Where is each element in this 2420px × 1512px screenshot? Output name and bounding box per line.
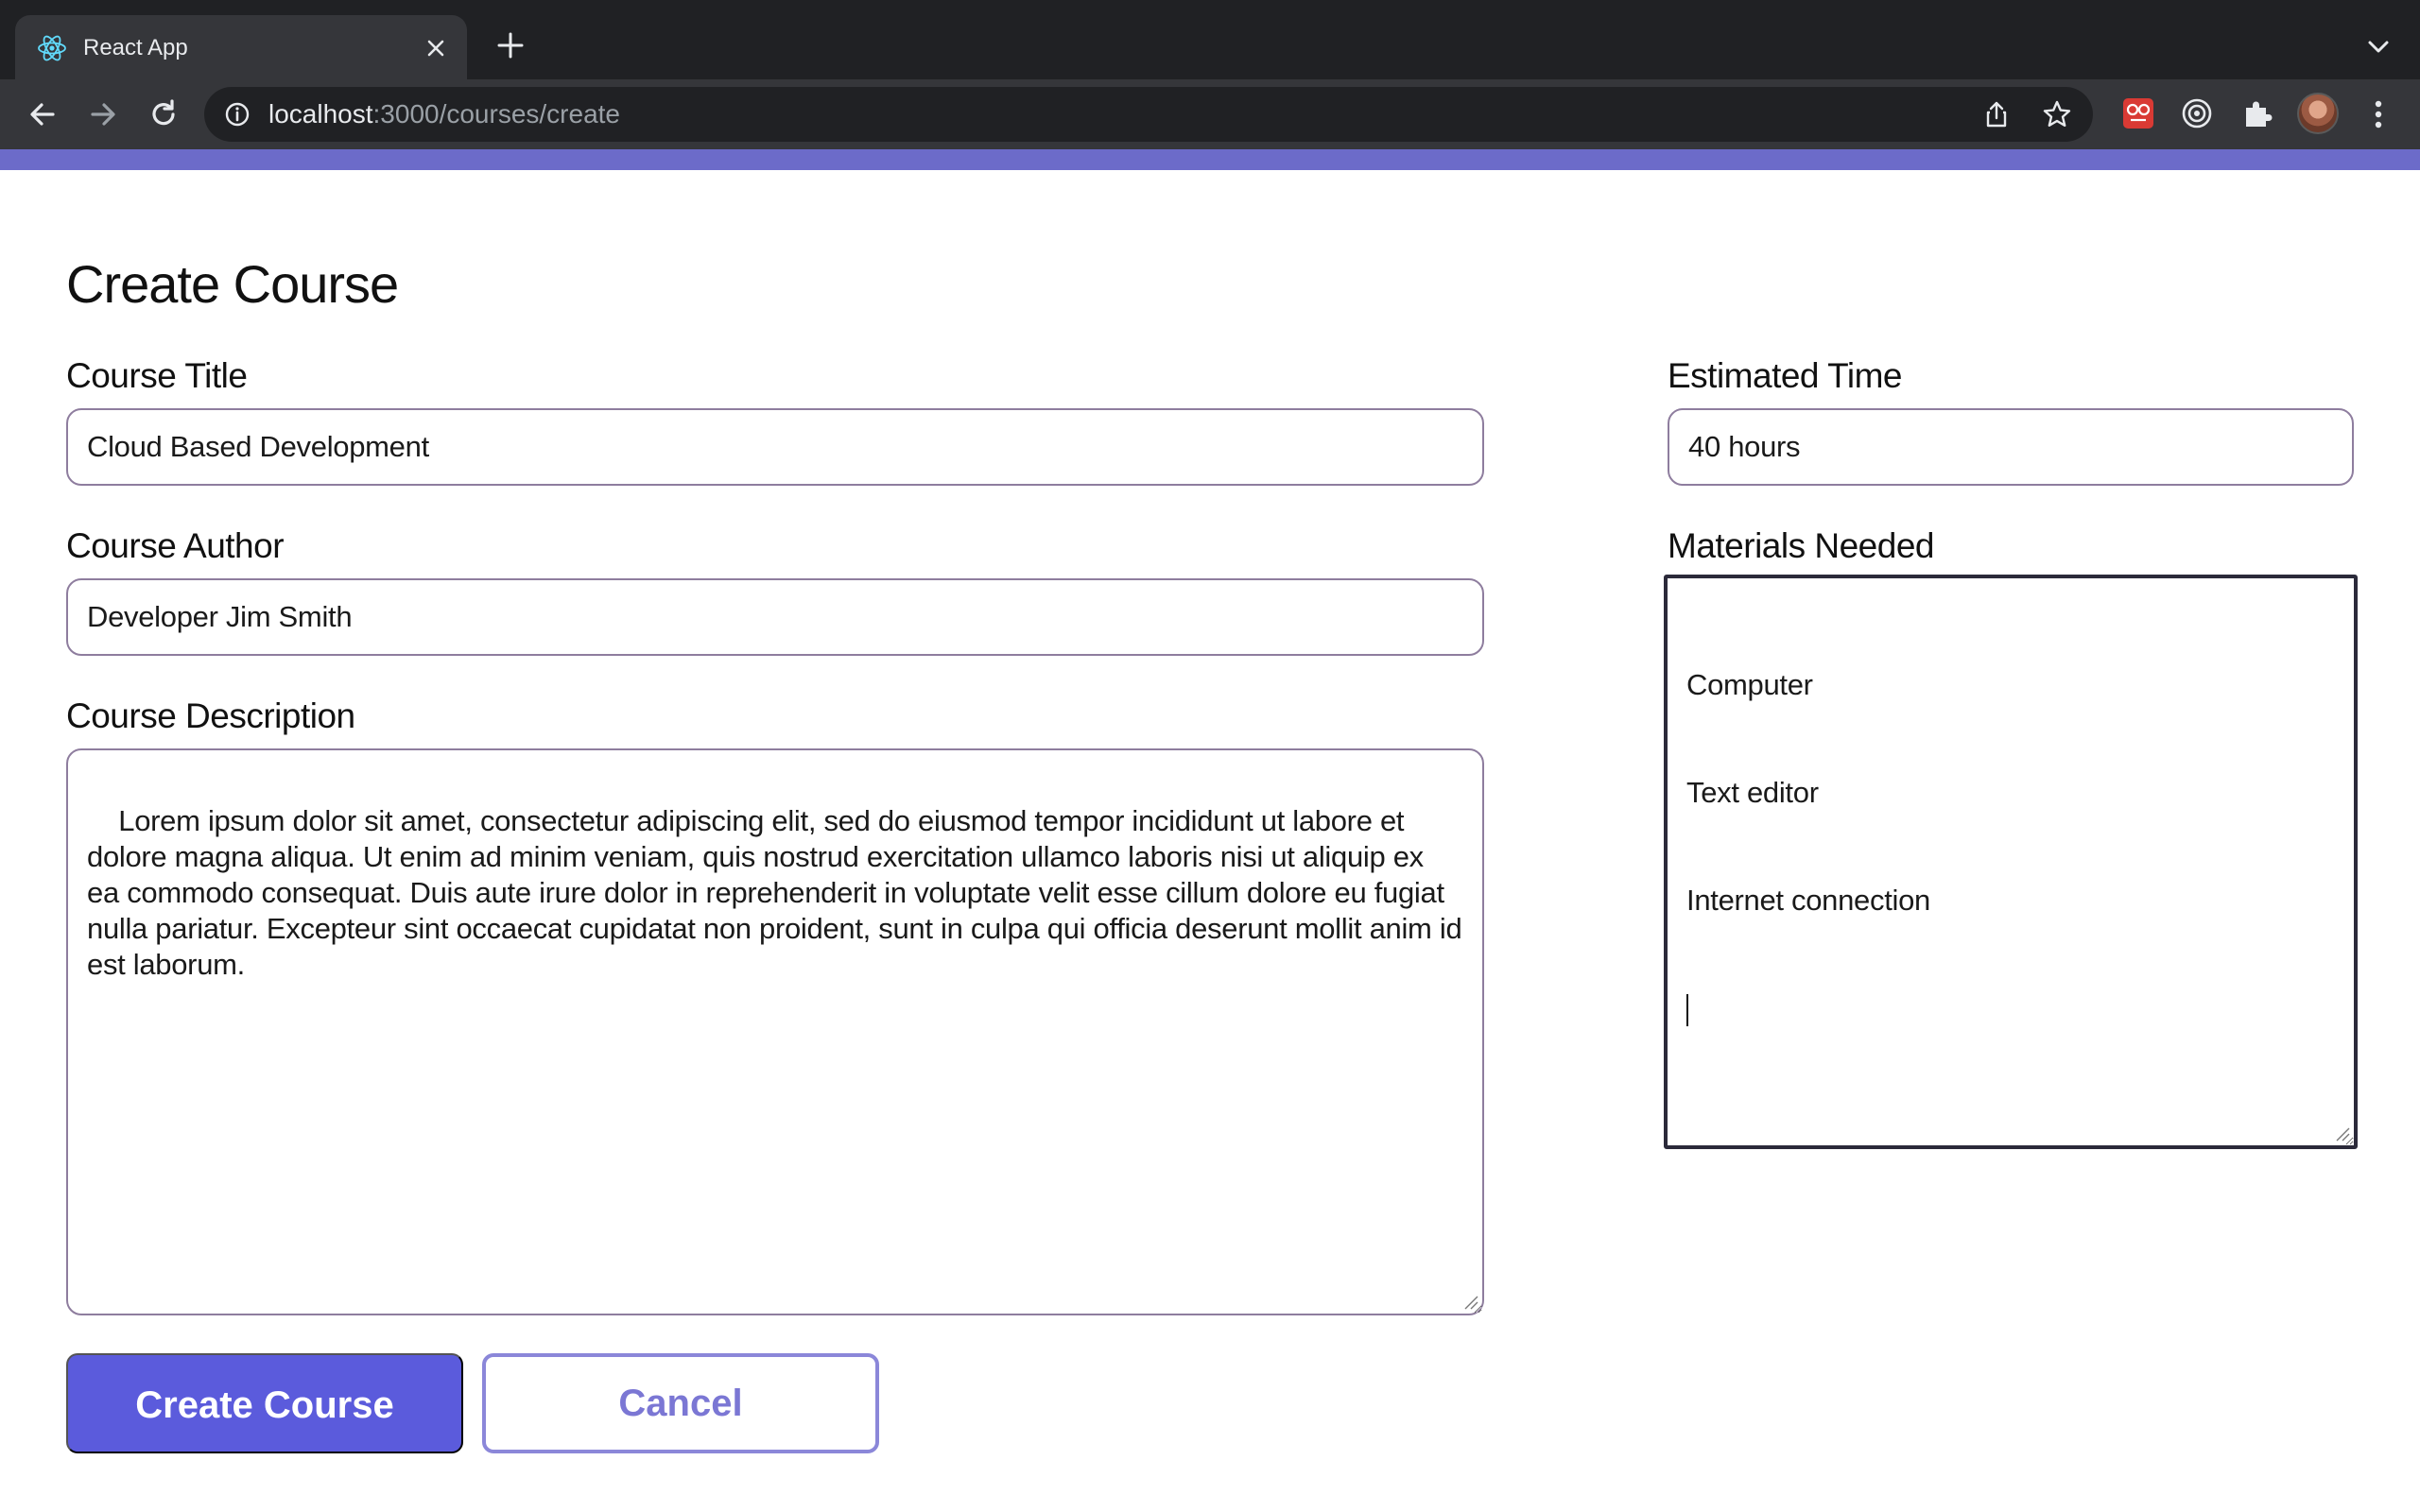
extensions-puzzle-icon[interactable]: [2238, 94, 2276, 132]
target-extension-icon[interactable]: [2178, 94, 2216, 132]
create-course-page: Create Course Course Title Course Author…: [0, 170, 2420, 1512]
materials-line: Internet connection: [1686, 884, 1930, 917]
course-title-input[interactable]: [66, 408, 1484, 486]
share-icon[interactable]: [1981, 99, 2012, 129]
url-host: localhost: [268, 99, 373, 129]
browser-tab-strip: React App: [0, 0, 2420, 79]
text-caret-line: [1686, 990, 2335, 1026]
course-description-label: Course Description: [66, 696, 355, 735]
course-title-label: Course Title: [66, 356, 248, 395]
browser-toolbar: localhost:3000/courses/create: [0, 79, 2420, 149]
url-text: localhost:3000/courses/create: [268, 99, 620, 129]
estimated-time-label: Estimated Time: [1668, 356, 1902, 395]
resize-grip-icon[interactable]: [1463, 1295, 1478, 1310]
tab-search-chevron-icon[interactable]: [2360, 28, 2397, 66]
create-course-button[interactable]: Create Course: [66, 1353, 463, 1453]
course-author-label: Course Author: [66, 526, 285, 565]
header-accent-bar: [0, 149, 2420, 170]
text-caret: [1686, 993, 1688, 1026]
course-description-text: Lorem ipsum dolor sit amet, consectetur …: [87, 804, 1470, 981]
reload-icon[interactable]: [144, 94, 183, 134]
page-title: Create Course: [66, 254, 399, 314]
bookmark-star-icon[interactable]: [2042, 99, 2072, 129]
address-bar[interactable]: localhost:3000/courses/create: [204, 87, 2093, 142]
browser-tab[interactable]: React App: [15, 15, 467, 79]
materials-needed-textarea[interactable]: Computer Text editor Internet connection: [1664, 575, 2358, 1149]
more-options-icon[interactable]: [2363, 94, 2394, 134]
tab-title: React App: [83, 35, 188, 60]
forward-arrow-icon[interactable]: [83, 94, 123, 134]
site-info-icon[interactable]: [223, 100, 251, 129]
back-arrow-icon[interactable]: [23, 94, 62, 134]
new-tab-icon[interactable]: [492, 26, 529, 64]
resize-grip-icon[interactable]: [2335, 1126, 2350, 1142]
materials-needed-label: Materials Needed: [1668, 526, 1934, 565]
course-author-input[interactable]: [66, 578, 1484, 656]
extension-red-icon[interactable]: [2119, 94, 2157, 132]
estimated-time-input[interactable]: [1668, 408, 2354, 486]
materials-line: Computer: [1686, 668, 1813, 701]
react-logo-icon: [38, 35, 66, 61]
course-description-textarea[interactable]: Lorem ipsum dolor sit amet, consectetur …: [66, 748, 1484, 1315]
close-tab-icon[interactable]: [422, 34, 450, 62]
url-path: :3000/courses/create: [372, 99, 621, 129]
profile-avatar[interactable]: [2297, 93, 2339, 134]
materials-line: Text editor: [1686, 776, 1819, 809]
cancel-button[interactable]: Cancel: [482, 1353, 879, 1453]
